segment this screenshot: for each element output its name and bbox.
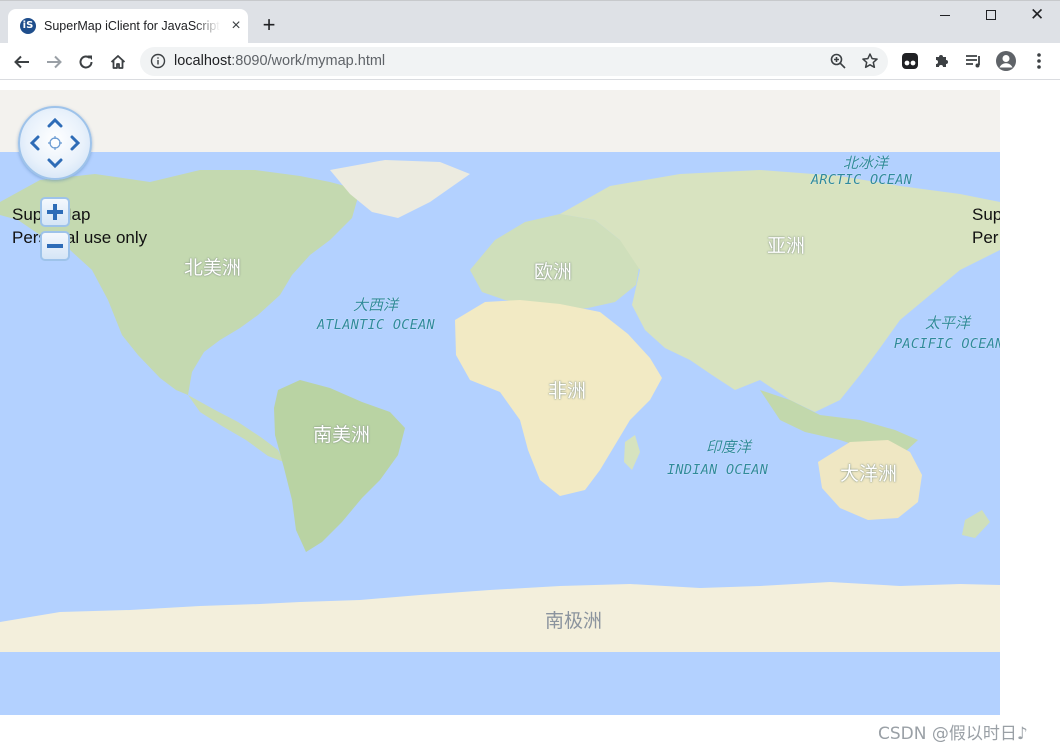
profile-icon[interactable] <box>995 50 1017 72</box>
new-tab-button[interactable]: + <box>259 14 279 36</box>
map-southern-ocean <box>0 652 1000 715</box>
home-icon <box>110 55 126 69</box>
close-icon: ✕ <box>1030 5 1045 24</box>
zoom-icon[interactable] <box>829 52 847 70</box>
pan-control <box>18 106 92 180</box>
info-icon[interactable] <box>150 53 166 69</box>
world-map-tiles[interactable] <box>0 90 1000 715</box>
url-host: localhost <box>174 53 232 69</box>
media-queue-icon[interactable] <box>963 50 985 72</box>
zoom-in-button[interactable] <box>40 197 70 227</box>
home-button[interactable] <box>104 48 132 76</box>
url-text[interactable]: localhost:8090/work/mymap.html <box>174 53 385 69</box>
kebab-menu-icon[interactable] <box>1028 50 1050 72</box>
puzzle-icon[interactable] <box>931 50 953 72</box>
zoom-out-icon <box>47 244 63 248</box>
forward-arrow-icon <box>47 55 62 69</box>
map-polar-strip <box>0 90 1000 152</box>
tampermonkey-icon[interactable] <box>899 50 921 72</box>
pan-left-icon[interactable] <box>26 134 44 152</box>
forward-button[interactable] <box>40 48 68 76</box>
maximize-icon <box>986 10 996 20</box>
pan-down-icon[interactable] <box>46 154 64 172</box>
url-path: :8090/work/mymap.html <box>231 53 386 69</box>
window-close-button[interactable]: ✕ <box>1014 1 1060 31</box>
back-button[interactable] <box>8 48 36 76</box>
minimize-icon <box>940 15 950 16</box>
address-bar[interactable]: localhost:8090/work/mymap.html <box>140 47 888 76</box>
pan-right-icon[interactable] <box>66 134 84 152</box>
star-icon[interactable] <box>861 52 879 70</box>
zoom-in-icon-vertical <box>53 204 57 220</box>
supermap-favicon-icon: iS <box>20 18 36 34</box>
browser-toolbar: localhost:8090/work/mymap.html <box>0 43 1060 80</box>
back-arrow-icon <box>14 55 29 69</box>
pan-center-icon[interactable] <box>47 135 63 151</box>
reload-button[interactable] <box>72 48 100 76</box>
window-minimize-button[interactable] <box>922 1 968 31</box>
zoom-out-button[interactable] <box>40 231 70 261</box>
tab-title-fade <box>194 15 220 37</box>
tab-close-icon[interactable]: × <box>228 18 244 34</box>
reload-icon <box>79 55 93 69</box>
browser-tab-active[interactable]: iS SuperMap iClient for JavaScript × <box>8 9 248 44</box>
map-viewport[interactable]: 北美洲 南美洲 欧洲 非洲 亚洲 大洋洲 南极洲 北冰洋 ARCTIC OCEA… <box>0 90 1000 715</box>
window-maximize-button[interactable] <box>968 1 1014 31</box>
csdn-watermark: CSDN @假以时日♪ <box>878 724 1028 744</box>
pan-up-icon[interactable] <box>46 114 64 132</box>
browser-tab-strip: iS SuperMap iClient for JavaScript × + ✕ <box>0 0 1060 44</box>
